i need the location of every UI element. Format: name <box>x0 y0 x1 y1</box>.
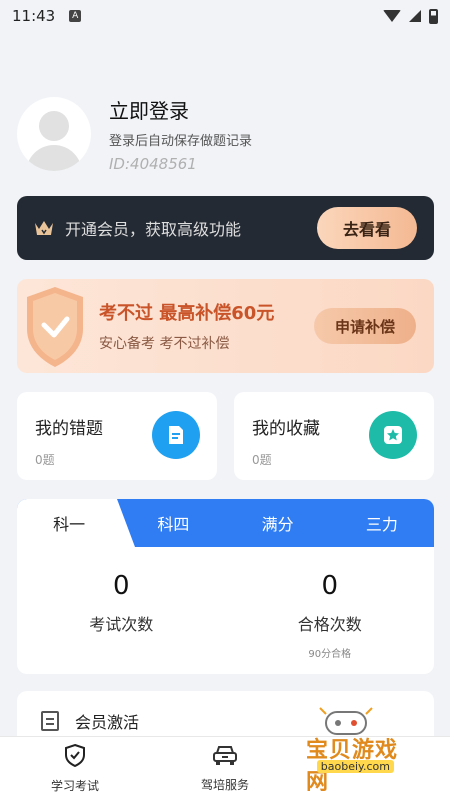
tab-subject-one[interactable]: 科一 <box>17 499 121 547</box>
watermark-url: baobeiy.com <box>316 760 394 773</box>
exam-stats-card: 科一 科四 满分 三力 0 考试次数 0 合格次数 90分合格 <box>17 499 434 674</box>
exam-count-value: 0 <box>112 571 130 601</box>
apply-compensation-button[interactable]: 申请补偿 <box>314 308 416 344</box>
shield-check-icon <box>64 743 86 771</box>
compensation-banner[interactable]: 考不过 最高补偿60元 安心备考 考不过补偿 申请补偿 <box>17 279 434 373</box>
nav-study-exam-label: 学习考试 <box>50 779 99 793</box>
vip-banner[interactable]: 开通会员，获取高级功能 去看看 <box>17 196 434 260</box>
pass-count-stat: 0 合格次数 90分合格 <box>226 571 435 660</box>
tab-subject-four[interactable]: 科四 <box>121 499 225 547</box>
site-watermark: 宝贝游戏网 baobeiy.com <box>306 702 416 795</box>
battery-icon <box>429 8 438 24</box>
vip-view-button[interactable]: 去看看 <box>317 207 417 249</box>
exam-count-stat: 0 考试次数 <box>17 571 226 660</box>
user-id: ID:4048561 <box>109 155 197 173</box>
nav-study-exam[interactable]: 学习考试 <box>0 737 150 800</box>
my-mistakes-card[interactable]: 我的错题 0题 <box>17 392 217 480</box>
compensation-subtitle: 安心备考 考不过补偿 <box>99 336 230 352</box>
car-icon <box>212 744 238 770</box>
shield-icon <box>17 279 99 373</box>
pass-threshold-note: 90分合格 <box>308 649 352 660</box>
login-title[interactable]: 立即登录 <box>109 95 252 124</box>
tab-full-score[interactable]: 满分 <box>226 499 330 547</box>
status-time: 11:43 <box>12 7 56 25</box>
pass-count-label: 合格次数 <box>297 615 362 634</box>
exam-count-label: 考试次数 <box>89 615 154 634</box>
vip-text: 开通会员，获取高级功能 <box>65 220 242 239</box>
pass-count-value: 0 <box>321 571 339 601</box>
star-icon <box>369 411 417 459</box>
nav-driving-service[interactable]: 驾培服务 <box>150 737 300 800</box>
avatar[interactable] <box>17 97 91 171</box>
login-subtitle: 登录后自动保存做题记录 <box>109 134 253 149</box>
compensation-title: 考不过 最高补偿60元 <box>99 303 275 324</box>
activation-label: 会员激活 <box>75 713 140 732</box>
document-icon <box>152 411 200 459</box>
my-favorites-card[interactable]: 我的收藏 0题 <box>234 392 434 480</box>
profile-header[interactable]: 立即登录 登录后自动保存做题记录 ID:4048561 <box>17 95 433 173</box>
notification-icon: A <box>69 10 82 22</box>
signal-icon <box>409 10 421 22</box>
subject-tabs: 科一 科四 满分 三力 <box>17 499 434 547</box>
list-doc-icon <box>41 711 59 731</box>
crown-icon <box>33 218 55 238</box>
wifi-icon <box>383 10 401 22</box>
tab-three-abilities[interactable]: 三力 <box>330 499 434 547</box>
nav-driving-service-label: 驾培服务 <box>200 778 249 792</box>
status-bar: 11:43 A <box>0 0 450 32</box>
